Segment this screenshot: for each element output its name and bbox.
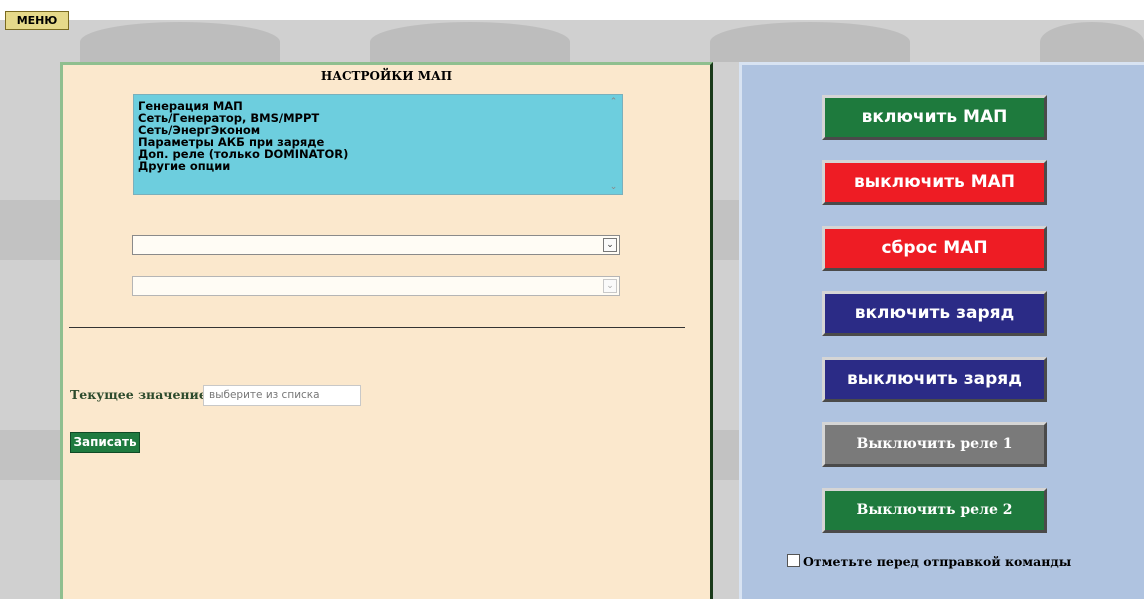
map-reset-button[interactable]: сброс МАП: [822, 226, 1047, 271]
menu-button[interactable]: МЕНЮ: [5, 11, 69, 30]
confirm-label: Отметьте перед отправкой команды: [803, 554, 1072, 569]
write-button[interactable]: Записать: [70, 432, 140, 453]
divider: [69, 327, 685, 328]
value-select[interactable]: ⌄: [132, 276, 620, 296]
down-arrow-icon[interactable]: ⌄: [605, 182, 622, 192]
map-off-button[interactable]: выключить МАП: [822, 160, 1047, 205]
up-arrow-icon[interactable]: ⌃: [605, 97, 622, 107]
list-item[interactable]: Другие опции: [134, 160, 622, 172]
current-value-label: Текущее значение:: [70, 387, 212, 402]
confirm-row: Отметьте перед отправкой команды: [787, 554, 1071, 569]
relay2-off-button[interactable]: Выключить реле 2: [822, 488, 1047, 533]
panel-title: НАСТРОЙКИ МАП: [320, 69, 453, 83]
map-on-button[interactable]: включить МАП: [822, 95, 1047, 140]
chevron-down-icon[interactable]: ⌄: [603, 279, 617, 293]
listbox-scrollbar[interactable]: ⌃ ⌄: [605, 95, 622, 194]
parameter-select[interactable]: ⌄: [132, 235, 620, 255]
relay1-off-button[interactable]: Выключить реле 1: [822, 422, 1047, 467]
settings-panel: НАСТРОЙКИ МАП Генерация МАП Сеть/Генерат…: [60, 62, 713, 599]
charge-off-button[interactable]: выключить заряд: [822, 357, 1047, 402]
settings-listbox[interactable]: Генерация МАП Сеть/Генератор, BMS/MPPT С…: [133, 94, 623, 195]
confirm-checkbox[interactable]: [787, 554, 800, 567]
current-value-field[interactable]: выберите из списка: [203, 385, 361, 406]
commands-panel: включить МАП выключить МАП сброс МАП вкл…: [739, 62, 1144, 599]
chevron-down-icon[interactable]: ⌄: [603, 238, 617, 252]
charge-on-button[interactable]: включить заряд: [822, 291, 1047, 336]
